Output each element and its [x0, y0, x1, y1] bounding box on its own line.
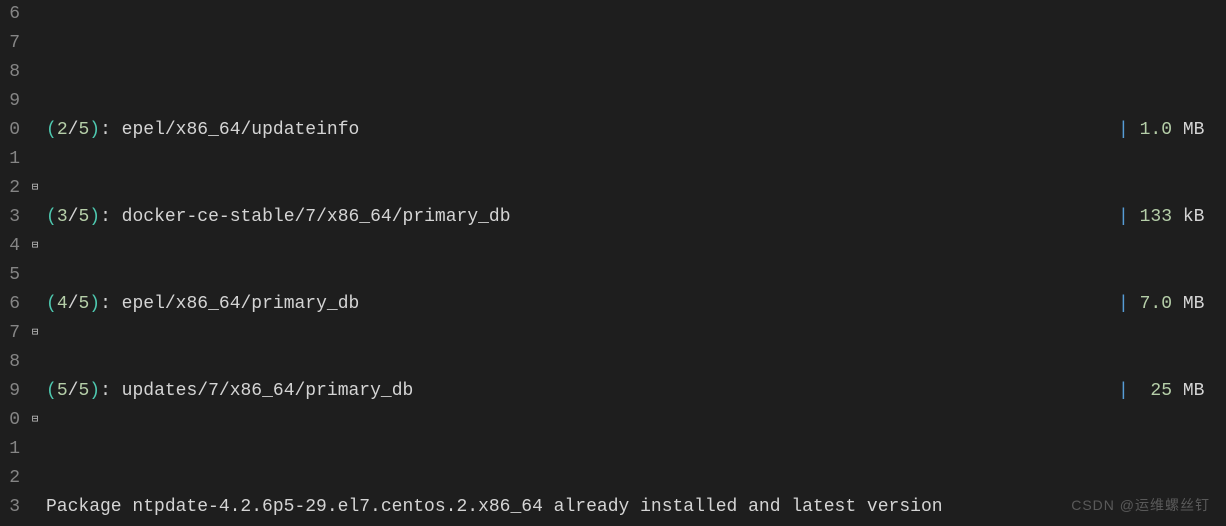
fold-marker-icon: [28, 377, 42, 406]
line-number: 2: [0, 464, 20, 493]
fold-marker-icon: [28, 464, 42, 493]
fold-marker-icon: [28, 290, 42, 319]
fold-marker-icon: [28, 435, 42, 464]
watermark: CSDN @运维螺丝钉: [1071, 491, 1210, 520]
line-number: 8: [0, 348, 20, 377]
fold-marker-icon: [28, 493, 42, 522]
download-line: (3/5): docker-ce-stable/7/x86_64/primary…: [46, 203, 1226, 232]
line-number: 7: [0, 319, 20, 348]
fold-marker-icon: [28, 116, 42, 145]
code-editor[interactable]: 678901234567890123 ⊟⊟⊟⊟ (2/5): epel/x86_…: [0, 0, 1226, 526]
fold-marker-icon: [28, 58, 42, 87]
fold-marker-icon: [28, 87, 42, 116]
line-number: 1: [0, 435, 20, 464]
line-number: 4: [0, 232, 20, 261]
line-number: 9: [0, 87, 20, 116]
terminal-output[interactable]: (2/5): epel/x86_64/updateinfo| 1.0 MB 00…: [42, 0, 1226, 526]
line-number: 3: [0, 493, 20, 522]
line-number: 8: [0, 58, 20, 87]
fold-marker-icon: [28, 203, 42, 232]
download-line: (2/5): epel/x86_64/updateinfo| 1.0 MB 00: [46, 116, 1226, 145]
fold-gutter: ⊟ ⊟ ⊟ ⊟: [28, 0, 42, 526]
fold-marker-icon: [28, 29, 42, 58]
line-number: 0: [0, 116, 20, 145]
line-number: 6: [0, 290, 20, 319]
line-number: 3: [0, 203, 20, 232]
line-number: 6: [0, 0, 20, 29]
line-number: 9: [0, 377, 20, 406]
download-line: (4/5): epel/x86_64/primary_db| 7.0 MB 00: [46, 290, 1226, 319]
line-number-gutter: 678901234567890123: [0, 0, 28, 526]
line-number: 0: [0, 406, 20, 435]
fold-marker-icon[interactable]: ⊟: [28, 406, 42, 435]
fold-marker-icon: [28, 145, 42, 174]
fold-marker-icon: [28, 348, 42, 377]
fold-marker-icon[interactable]: ⊟: [28, 319, 42, 348]
package-installed-line: Package ntpdate-4.2.6p5-29.el7.centos.2.…: [46, 493, 1226, 522]
line-number: 2: [0, 174, 20, 203]
line-number: 1: [0, 145, 20, 174]
fold-marker-icon: [28, 0, 42, 29]
line-number: 7: [0, 29, 20, 58]
fold-marker-icon[interactable]: ⊟: [28, 174, 42, 203]
line-number: 5: [0, 261, 20, 290]
fold-marker-icon[interactable]: ⊟: [28, 232, 42, 261]
download-line: (5/5): updates/7/x86_64/primary_db| 25 M…: [46, 377, 1226, 406]
fold-marker-icon: [28, 261, 42, 290]
